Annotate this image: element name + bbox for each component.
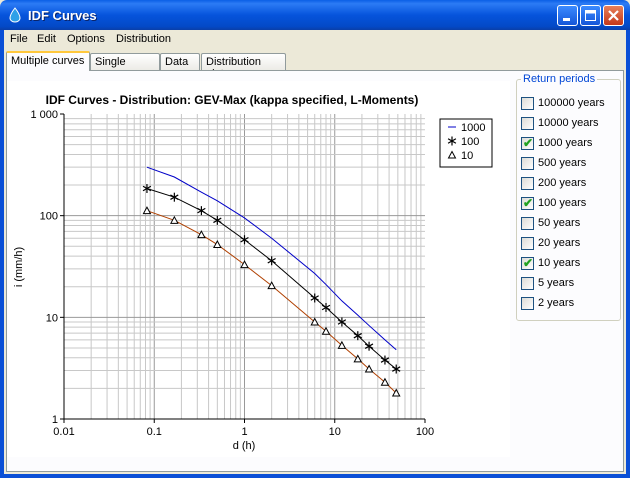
- asterisk-marker: [380, 355, 390, 365]
- triangle-marker: [212, 239, 222, 249]
- checkbox-5-years[interactable]: [521, 277, 534, 290]
- minimize-button[interactable]: [557, 5, 578, 26]
- idf-chart: 0.01 0.1 1 10 100 1 10 100 1 000 IDF Curves - Dis…: [13, 93, 493, 452]
- return-period-label: 500 years: [538, 157, 587, 169]
- checkmark-icon: ✔: [523, 136, 534, 150]
- return-period-label: 20 years: [538, 237, 581, 249]
- x-tick-label: 100: [416, 426, 434, 438]
- window-frame-right: [626, 30, 630, 478]
- return-period-label: 2 years: [538, 297, 575, 309]
- legend-label-100: 100: [461, 136, 479, 148]
- asterisk-marker: [267, 256, 276, 266]
- return-period-label: 100 years: [538, 197, 587, 209]
- legend-label-1000: 1000: [461, 122, 485, 134]
- legend-label-10: 10: [461, 150, 473, 162]
- triangle-marker: [240, 260, 249, 269]
- checkmark-icon: ✔: [523, 256, 534, 270]
- tab-data[interactable]: Data: [160, 53, 200, 70]
- triangle-marker: [197, 230, 206, 239]
- return-period-label: 1000 years: [538, 137, 593, 149]
- y-axis-label: i (mm/h): [13, 247, 25, 287]
- x-tick-label: 0.1: [147, 426, 162, 438]
- maximize-button[interactable]: [580, 5, 601, 26]
- menu-bar: File Edit Options Distribution: [4, 30, 626, 49]
- checkbox-50-years[interactable]: [521, 217, 534, 230]
- return-period-label: 10000 years: [538, 117, 599, 129]
- y-tick-label: 100: [40, 211, 58, 223]
- checkbox-500-years[interactable]: [521, 157, 534, 170]
- close-button[interactable]: [603, 5, 624, 26]
- asterisk-marker: [197, 206, 206, 216]
- checkbox-20-years[interactable]: [521, 237, 534, 250]
- y-tick-label: 10: [46, 312, 58, 324]
- triangle-marker: [142, 206, 152, 215]
- asterisk-marker: [392, 364, 401, 374]
- close-icon: [608, 10, 619, 21]
- checkbox-100-years[interactable]: ✔: [521, 197, 534, 210]
- checkbox-2-years[interactable]: [521, 297, 534, 310]
- asterisk-marker: [240, 235, 249, 245]
- y-tick-label: 1 000: [30, 109, 58, 121]
- return-periods-title: Return periods: [521, 73, 598, 85]
- return-period-label: 5 years: [538, 277, 575, 289]
- chart-title: IDF Curves - Distribution: GEV-Max (kapp…: [46, 93, 419, 107]
- return-periods-group: Return periods 100000 years 10000 years ✔ 1…: [516, 73, 621, 321]
- tab-distribution-plot[interactable]: Distribution plot: [201, 53, 286, 80]
- minimize-icon: [563, 18, 570, 21]
- plot-area: 0.01 0.1 1 10 100 1 10 100 1 000 IDF Curves - Dis…: [7, 81, 510, 457]
- tab-strip: Multiple curves Single curve Data Distri…: [4, 51, 626, 80]
- return-period-label: 200 years: [538, 177, 587, 189]
- window-title: IDF Curves: [28, 8, 97, 23]
- checkbox-200-years[interactable]: [521, 177, 534, 190]
- menu-file[interactable]: File: [10, 33, 28, 45]
- window-frame-left: [0, 30, 4, 478]
- checkbox-100000-years[interactable]: [521, 97, 534, 110]
- checkbox-10000-years[interactable]: [521, 117, 534, 130]
- x-axis-label: d (h): [233, 440, 256, 452]
- x-tick-label: 10: [329, 426, 341, 438]
- tab-single-curve[interactable]: Single curve: [90, 53, 160, 80]
- checkbox-1000-years[interactable]: ✔: [521, 137, 534, 150]
- tab-panel: 0.01 0.1 1 10 100 1 10 100 1 000 IDF Curves - Dis…: [6, 70, 624, 472]
- chart-legend: 1000 100 10: [439, 118, 493, 168]
- menu-options[interactable]: Options: [67, 33, 105, 45]
- tab-multiple-curves[interactable]: Multiple curves: [6, 51, 90, 71]
- x-tick-label: 1: [241, 426, 247, 438]
- return-period-label: 50 years: [538, 217, 581, 229]
- checkmark-icon: ✔: [523, 196, 534, 210]
- title-bar[interactable]: IDF Curves: [0, 0, 630, 30]
- checkbox-10-years[interactable]: ✔: [521, 257, 534, 270]
- maximize-icon: [585, 10, 596, 21]
- asterisk-marker: [170, 192, 179, 202]
- window-frame-bottom: [0, 474, 630, 478]
- menu-edit[interactable]: Edit: [37, 33, 56, 45]
- menu-distribution[interactable]: Distribution: [116, 33, 171, 45]
- x-tick-label: 0.01: [53, 426, 74, 438]
- asterisk-marker: [310, 293, 319, 303]
- app-icon: [9, 7, 21, 23]
- return-period-label: 10 years: [538, 257, 581, 269]
- y-tick-label: 1: [52, 414, 58, 426]
- return-period-label: 100000 years: [538, 97, 605, 109]
